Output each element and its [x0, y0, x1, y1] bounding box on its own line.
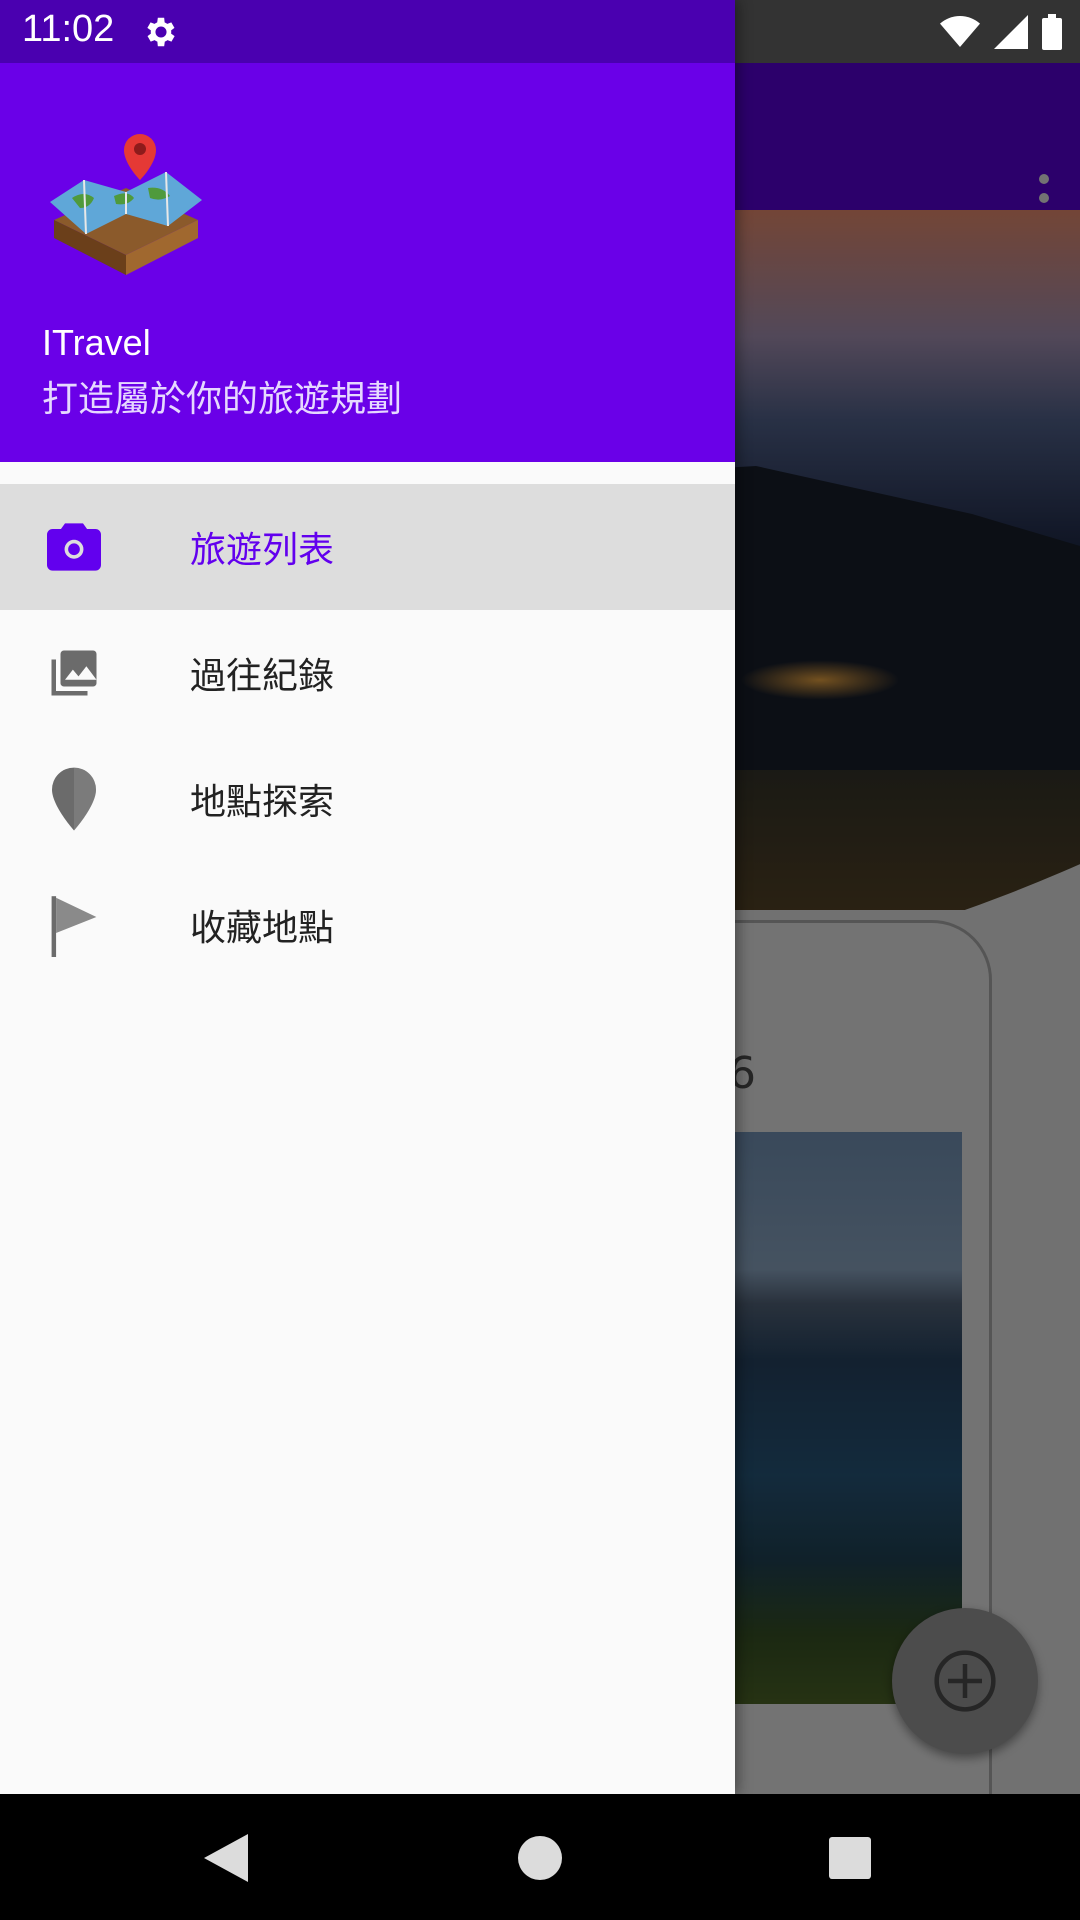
place-icon [44, 767, 104, 831]
drawer-menu: 旅遊列表 過往紀錄 地點探索 收藏地點 [0, 484, 735, 988]
recents-icon [829, 1837, 871, 1879]
app-tagline: 打造屬於你的旅遊規劃 [42, 379, 403, 420]
home-button[interactable] [510, 1828, 570, 1888]
battery-icon [1042, 14, 1062, 50]
recents-button[interactable] [820, 1828, 880, 1888]
map-pin-logo [50, 134, 202, 275]
status-icons [940, 12, 1062, 52]
menu-item-label: 旅遊列表 [190, 530, 335, 571]
app-title: ITravel [42, 322, 151, 363]
menu-item-label: 過往紀錄 [190, 656, 335, 697]
menu-item-trip-list[interactable]: 旅遊列表 [0, 484, 735, 610]
menu-item-explore[interactable]: 地點探索 [0, 736, 735, 862]
signal-icon [994, 15, 1028, 49]
navigation-drawer: ITravel 打造屬於你的旅遊規劃 旅遊列表 過往紀錄 地點探索 收藏地點 [0, 0, 735, 1794]
back-button[interactable] [196, 1828, 256, 1888]
menu-item-history[interactable]: 過往紀錄 [0, 610, 735, 736]
menu-item-label: 收藏地點 [190, 908, 335, 949]
drawer-header: ITravel 打造屬於你的旅遊規劃 [0, 63, 735, 462]
back-icon [204, 1834, 248, 1882]
settings-icon [147, 17, 175, 47]
camera-icon [44, 517, 104, 577]
flag-icon [44, 895, 104, 957]
system-nav-bar [0, 1794, 1080, 1920]
status-time: 11:02 [22, 8, 115, 50]
menu-item-favorites[interactable]: 收藏地點 [0, 862, 735, 988]
menu-item-label: 地點探索 [190, 782, 335, 823]
home-icon [518, 1836, 562, 1880]
photo-library-icon [44, 643, 104, 703]
wifi-icon [940, 16, 980, 47]
